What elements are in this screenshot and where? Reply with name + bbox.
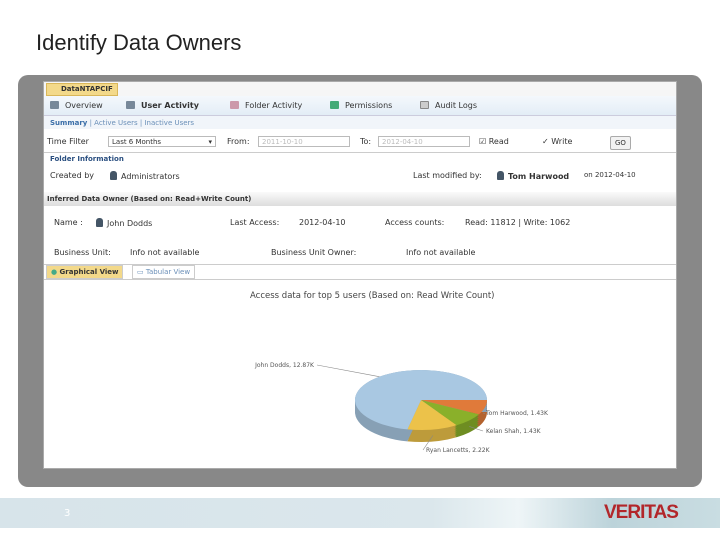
slice-label: Kelan Shah, 1.43K <box>486 428 542 435</box>
slice-label: John Dodds, 12.87K <box>254 362 315 369</box>
leader-line <box>316 364 380 377</box>
slice-label: Tom Harwood, 1.43K <box>485 410 549 417</box>
slide-title: Identify Data Owners <box>36 30 242 55</box>
slice-label: Ryan Lancetts, 2.22K <box>426 447 491 454</box>
app-window: DataNTAPCIF Overview User Activity Folde… <box>43 81 677 469</box>
veritas-logo: VERITAS <box>604 502 679 523</box>
page-number: 3 <box>64 508 71 519</box>
pie-chart: Tom Harwood, 1.43K Kelan Shah, 1.43K Ryan … <box>254 362 549 454</box>
